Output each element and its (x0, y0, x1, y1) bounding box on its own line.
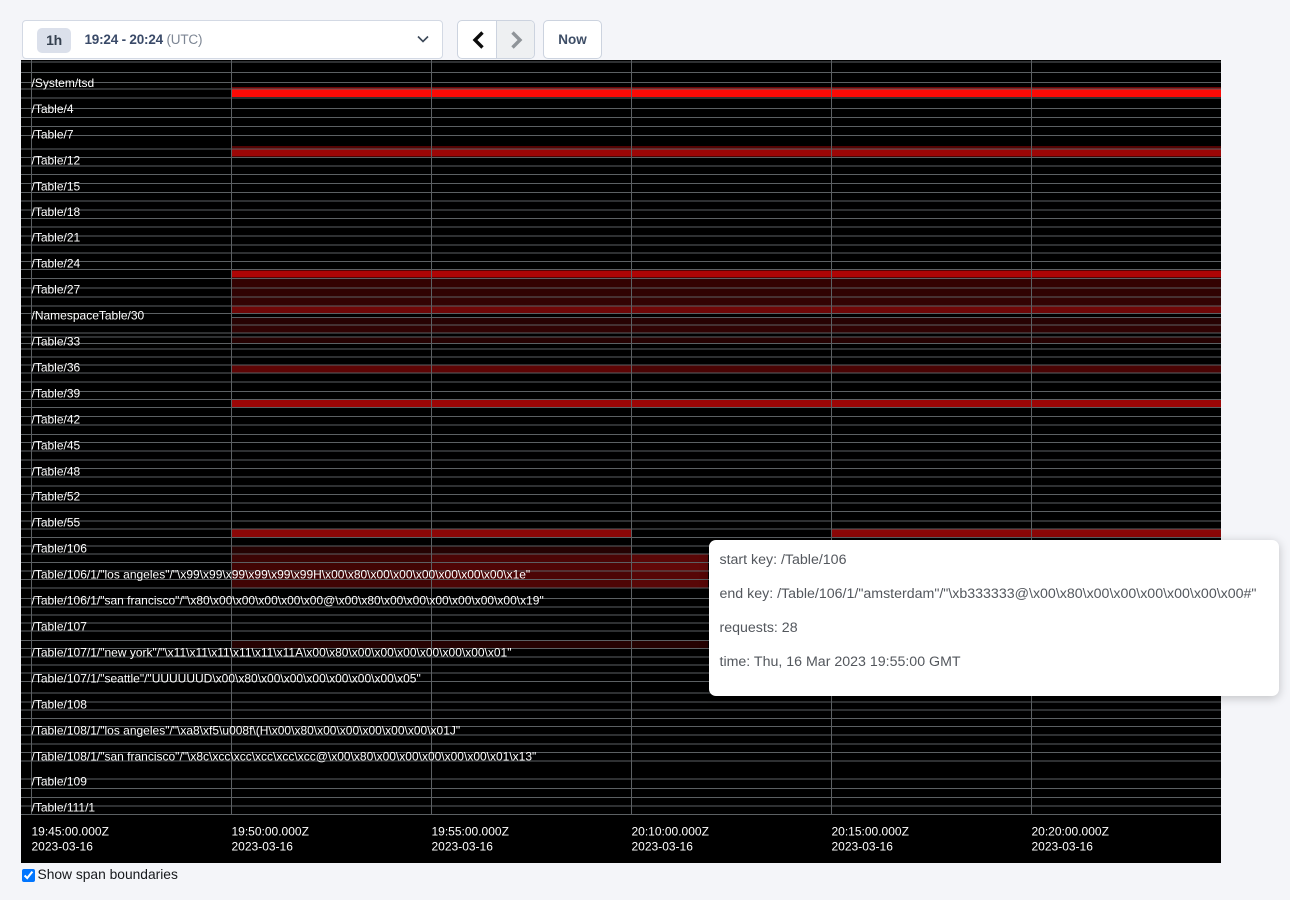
svg-text:/Table/39: /Table/39 (32, 387, 81, 401)
svg-text:/Table/36: /Table/36 (32, 361, 81, 375)
svg-text:/Table/4: /Table/4 (32, 102, 74, 116)
svg-text:/Table/52: /Table/52 (32, 490, 81, 504)
svg-text:19:50:00.000Z: 19:50:00.000Z (232, 825, 309, 839)
svg-text:/Table/21: /Table/21 (32, 231, 81, 245)
svg-text:/Table/18: /Table/18 (32, 205, 81, 219)
svg-text:/Table/108/1/"san francisco"/": /Table/108/1/"san francisco"/"\x8c\xcc\x… (32, 750, 537, 764)
svg-text:/Table/107/1/"new york"/"\x11\: /Table/107/1/"new york"/"\x11\x11\x11\x1… (32, 646, 512, 660)
svg-text:/Table/15: /Table/15 (32, 180, 81, 194)
svg-text:2023-03-16: 2023-03-16 (32, 840, 94, 854)
svg-text:/Table/42: /Table/42 (32, 413, 81, 427)
svg-text:/System/tsd: /System/tsd (32, 76, 95, 90)
svg-text:/Table/48: /Table/48 (32, 465, 81, 479)
svg-text:/Table/107: /Table/107 (32, 620, 88, 634)
svg-text:2023-03-16: 2023-03-16 (632, 840, 694, 854)
svg-text:/Table/106/1/"los angeles"/"\x: /Table/106/1/"los angeles"/"\x99\x99\x99… (32, 568, 531, 582)
svg-text:20:20:00.000Z: 20:20:00.000Z (1032, 825, 1109, 839)
svg-text:19:45:00.000Z: 19:45:00.000Z (32, 825, 109, 839)
svg-text:/Table/7: /Table/7 (32, 128, 74, 142)
svg-text:20:15:00.000Z: 20:15:00.000Z (832, 825, 909, 839)
svg-text:/Table/33: /Table/33 (32, 335, 81, 349)
svg-text:/Table/12: /Table/12 (32, 154, 81, 168)
svg-text:20:10:00.000Z: 20:10:00.000Z (632, 825, 709, 839)
svg-text:/Table/45: /Table/45 (32, 439, 81, 453)
svg-text:2023-03-16: 2023-03-16 (1032, 840, 1094, 854)
svg-text:/Table/108: /Table/108 (32, 698, 88, 712)
svg-text:19:55:00.000Z: 19:55:00.000Z (432, 825, 509, 839)
svg-text:2023-03-16: 2023-03-16 (432, 840, 494, 854)
svg-text:/Table/106/1/"san francisco"/": /Table/106/1/"san francisco"/"\x80\x00\x… (32, 594, 544, 608)
svg-text:/Table/24: /Table/24 (32, 257, 81, 271)
svg-text:/Table/108/1/"los angeles"/"\x: /Table/108/1/"los angeles"/"\xa8\xf5\u00… (32, 724, 461, 738)
svg-text:/NamespaceTable/30: /NamespaceTable/30 (32, 309, 145, 323)
svg-text:/Table/106: /Table/106 (32, 542, 88, 556)
svg-text:2023-03-16: 2023-03-16 (832, 840, 894, 854)
svg-text:/Table/109: /Table/109 (32, 775, 88, 789)
svg-text:/Table/27: /Table/27 (32, 283, 81, 297)
svg-text:2023-03-16: 2023-03-16 (232, 840, 294, 854)
svg-text:/Table/107/1/"seattle"/"UUUUUU: /Table/107/1/"seattle"/"UUUUUUD\x00\x80\… (32, 672, 421, 686)
svg-text:/Table/111/1: /Table/111/1 (32, 801, 96, 815)
svg-text:/Table/55: /Table/55 (32, 516, 81, 530)
